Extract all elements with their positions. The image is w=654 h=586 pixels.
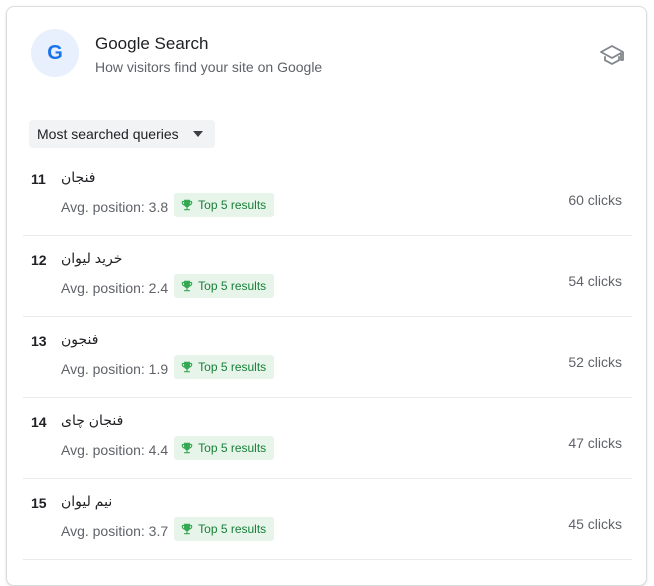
click-count: 52 clicks: [568, 354, 622, 370]
click-count: 45 clicks: [568, 516, 622, 532]
card-header: G Google Search How visitors find your s…: [7, 7, 646, 107]
avg-position: Avg. position: 3.7: [61, 523, 169, 539]
badge-label: Top 5 results: [198, 441, 267, 455]
trophy-icon: [181, 199, 193, 211]
caret-down-icon: [192, 131, 203, 137]
google-search-card: G Google Search How visitors find your s…: [6, 6, 647, 586]
query-row[interactable]: 14 فنجان چای Avg. position: 4.4 Top 5 re…: [23, 398, 632, 479]
avg-position: Avg. position: 4.4: [61, 442, 169, 458]
queries-dropdown[interactable]: Most searched queries: [29, 120, 215, 148]
query-row[interactable]: 15 نیم لیوان Avg. position: 3.7 Top 5 re…: [23, 479, 632, 560]
graduation-cap-icon[interactable]: [600, 43, 624, 67]
query-list: 11 فنجان Avg. position: 3.8 Top 5 result…: [23, 155, 632, 560]
query-rank: 14: [31, 414, 47, 430]
query-text: فنجون: [61, 331, 99, 347]
click-count: 54 clicks: [568, 273, 622, 289]
click-count: 47 clicks: [568, 435, 622, 451]
top-results-badge: Top 5 results: [174, 436, 275, 460]
query-row[interactable]: 13 فنجون Avg. position: 1.9 Top 5 result…: [23, 317, 632, 398]
trophy-icon: [181, 361, 193, 373]
top-results-badge: Top 5 results: [174, 355, 275, 379]
query-text: فنجان چای: [61, 412, 124, 428]
query-rank: 12: [31, 252, 47, 268]
click-count: 60 clicks: [568, 192, 622, 208]
query-text: خرید لیوان: [61, 250, 123, 266]
badge-label: Top 5 results: [198, 522, 267, 536]
query-text: نیم لیوان: [61, 493, 113, 509]
query-rank: 11: [31, 171, 46, 187]
dropdown-label: Most searched queries: [37, 126, 179, 142]
avg-position: Avg. position: 1.9: [61, 361, 169, 377]
trophy-icon: [181, 523, 193, 535]
google-logo-letter: G: [47, 41, 63, 64]
badge-label: Top 5 results: [198, 198, 267, 212]
avg-position: Avg. position: 2.4: [61, 280, 169, 296]
top-results-badge: Top 5 results: [174, 193, 275, 217]
card-title: Google Search: [95, 34, 209, 53]
trophy-icon: [181, 280, 193, 292]
card-subtitle: How visitors find your site on Google: [95, 59, 323, 75]
google-logo: G: [31, 29, 79, 77]
avg-position: Avg. position: 3.8: [61, 199, 169, 215]
query-rank: 13: [31, 333, 47, 349]
badge-label: Top 5 results: [198, 360, 267, 374]
query-row[interactable]: 11 فنجان Avg. position: 3.8 Top 5 result…: [23, 155, 632, 236]
query-rank: 15: [31, 495, 47, 511]
query-text: فنجان: [61, 169, 96, 185]
top-results-badge: Top 5 results: [174, 274, 275, 298]
trophy-icon: [181, 442, 193, 454]
query-row[interactable]: 12 خرید لیوان Avg. position: 2.4 Top 5 r…: [23, 236, 632, 317]
top-results-badge: Top 5 results: [174, 517, 275, 541]
badge-label: Top 5 results: [198, 279, 267, 293]
